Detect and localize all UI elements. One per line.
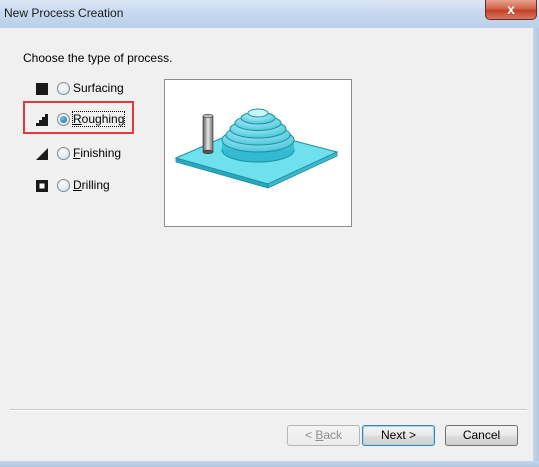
drilling-mnemonic: D <box>73 178 82 192</box>
surfacing-label: Surfacing <box>73 81 124 95</box>
surfacing-icon <box>36 83 48 95</box>
window-title: New Process Creation <box>4 6 124 20</box>
back-button[interactable]: < Back <box>287 425 360 446</box>
surfacing-radio[interactable] <box>57 82 70 95</box>
prompt-text: Choose the type of process. <box>23 51 173 65</box>
drilling-icon <box>36 180 48 192</box>
window-frame-right <box>533 28 539 467</box>
drilling-radio[interactable] <box>57 179 70 192</box>
next-button[interactable]: Next > <box>362 425 435 446</box>
title-bar: New Process Creation x <box>0 0 539 28</box>
finishing-icon <box>36 148 48 160</box>
drilling-label-rest: rilling <box>81 178 110 192</box>
roughing-preview-illustration <box>174 108 339 189</box>
window-frame-bottom <box>0 461 539 467</box>
finishing-label-rest: inishing <box>80 146 122 160</box>
finishing-label: Finishing <box>73 146 121 160</box>
cancel-button[interactable]: Cancel <box>445 425 518 446</box>
finishing-radio[interactable] <box>57 147 70 160</box>
selection-highlight-box <box>23 101 134 134</box>
drilling-label: Drilling <box>73 178 110 192</box>
process-preview-image <box>164 79 352 227</box>
close-icon: x <box>507 1 515 17</box>
close-button[interactable]: x <box>485 0 537 20</box>
back-button-prefix: < <box>304 428 316 442</box>
footer-separator <box>10 409 527 411</box>
back-button-rest: ack <box>323 428 343 442</box>
